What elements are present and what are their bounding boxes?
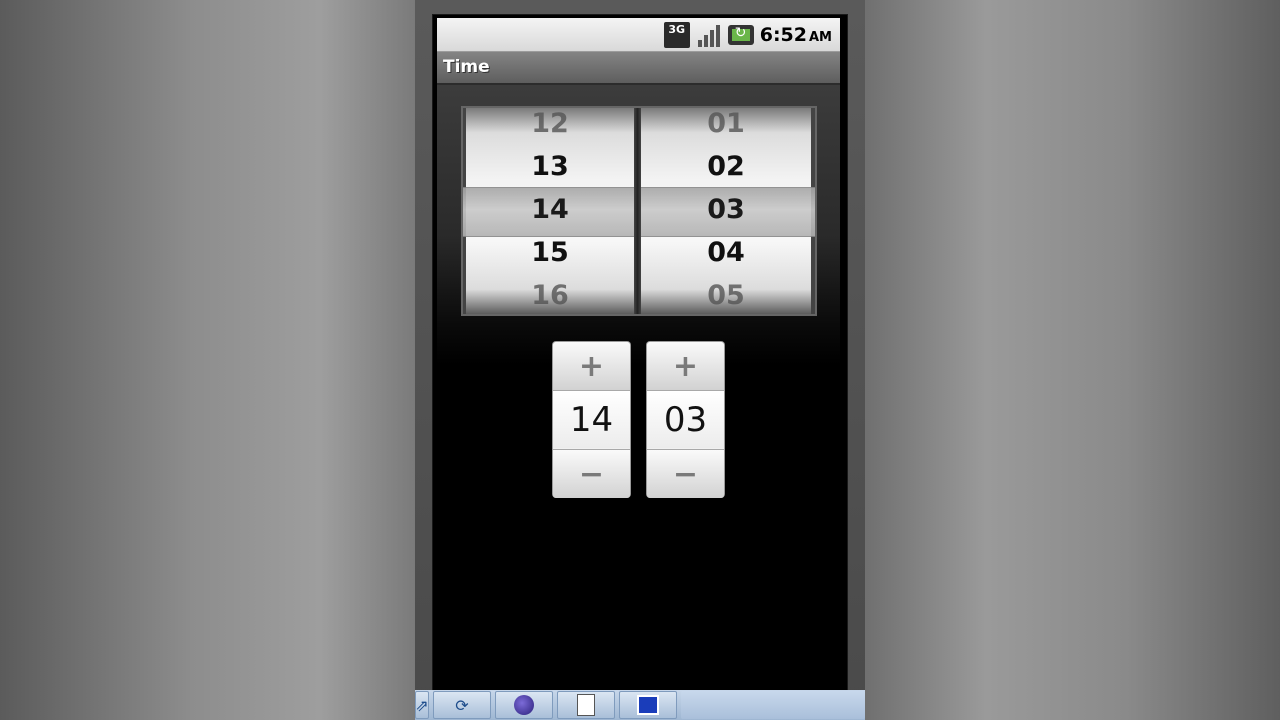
eclipse-icon [514, 695, 534, 715]
taskbar-partial-window-icon[interactable]: ⇗ [415, 691, 429, 719]
hour-decrement-button[interactable]: − [553, 449, 630, 498]
hour-wheel-item[interactable]: 16 [466, 280, 634, 311]
status-clock: 6:52 AM [760, 24, 832, 46]
status-bar: 3G 6:52AM [437, 18, 840, 52]
hour-wheel-item[interactable]: 12 [466, 108, 634, 139]
device-screen: 3G 6:52AM Time 12 13 16 01 [437, 18, 840, 690]
network-label: 3G [668, 23, 686, 36]
page-title: Time [443, 57, 490, 77]
time-wheel-picker: 12 13 16 01 02 05 14 15 03 04 [463, 108, 815, 314]
minute-stepper: + 03 − [647, 342, 724, 498]
wheel-divider [634, 108, 641, 314]
content-area: 12 13 16 01 02 05 14 15 03 04 + 14 − + 0… [437, 85, 840, 690]
windows-taskbar: ⇗ ⟳ [415, 690, 865, 720]
network-3g-icon: 3G [663, 22, 690, 48]
minute-increment-button[interactable]: + [647, 342, 724, 391]
minute-wheel-item[interactable]: 05 [641, 280, 811, 311]
hour-stepper: + 14 − [553, 342, 630, 498]
status-icons: 3G 6:52AM [663, 22, 832, 48]
hour-value[interactable]: 14 [553, 391, 630, 448]
signal-strength-icon [696, 22, 722, 48]
taskbar-empty-space [681, 691, 865, 719]
document-icon [577, 694, 595, 716]
hour-wheel-item[interactable]: 13 [466, 151, 634, 182]
taskbar-quicktime-icon[interactable]: ⟳ [433, 691, 491, 719]
taskbar-emulator-icon[interactable] [619, 691, 677, 719]
clock-ampm: AM [809, 30, 832, 45]
clock-time: 6:52 [759, 24, 807, 46]
battery-charging-icon [727, 25, 754, 45]
minute-decrement-button[interactable]: − [647, 449, 724, 498]
title-bar: Time [437, 52, 840, 85]
minute-value[interactable]: 03 [647, 391, 724, 448]
minute-wheel-item[interactable]: 01 [641, 108, 811, 139]
minute-wheel-item[interactable]: 02 [641, 151, 811, 182]
emulator-window-icon [637, 695, 659, 715]
taskbar-document-icon[interactable] [557, 691, 615, 719]
hour-increment-button[interactable]: + [553, 342, 630, 391]
taskbar-eclipse-icon[interactable] [495, 691, 553, 719]
